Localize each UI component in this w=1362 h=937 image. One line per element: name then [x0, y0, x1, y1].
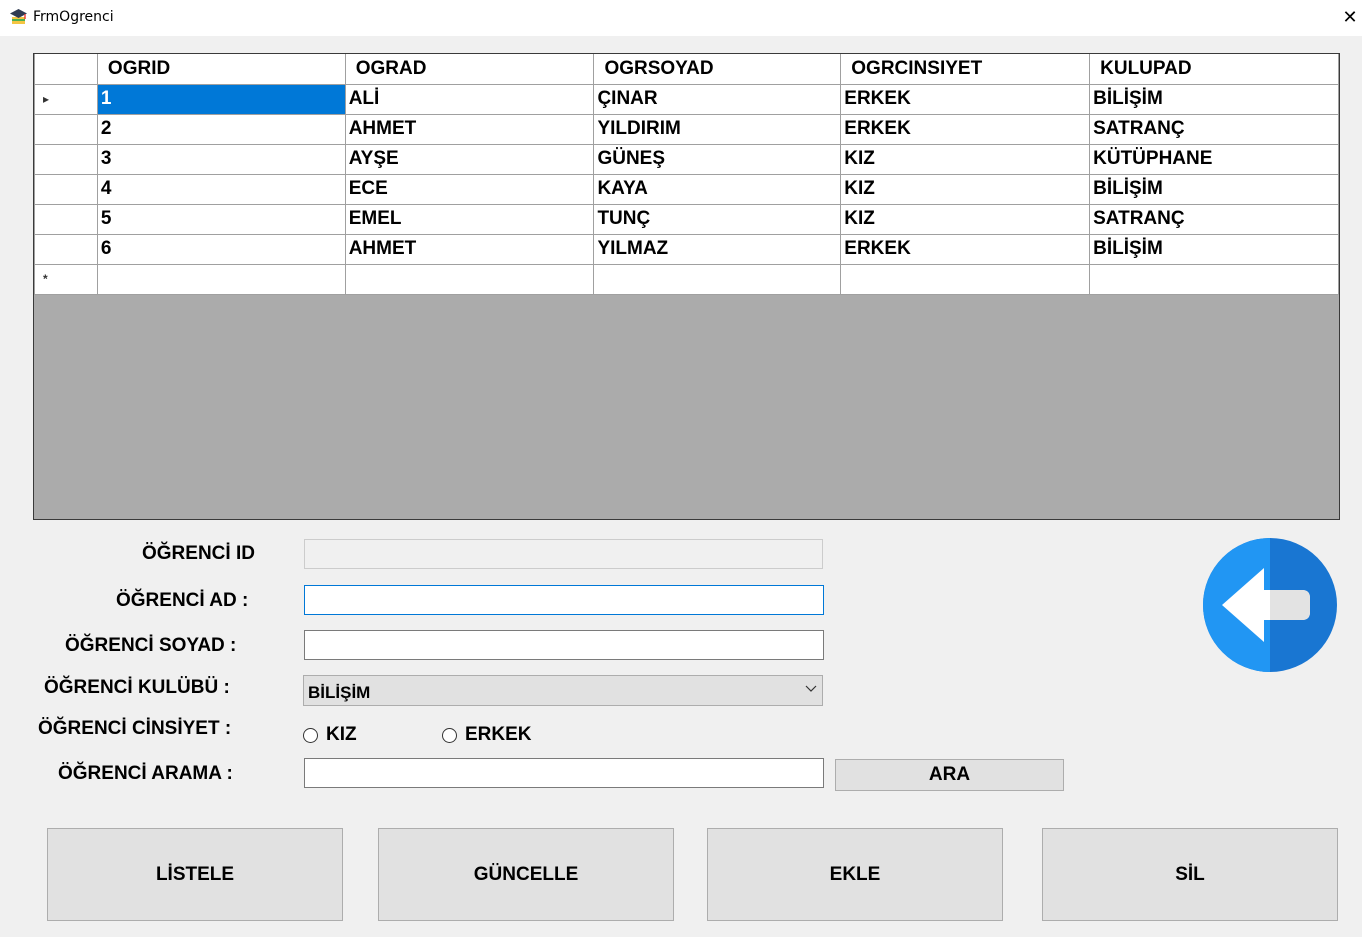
table-cell[interactable]: ERKEK	[840, 83, 1091, 115]
table-cell[interactable]: ÇINAR	[593, 83, 842, 115]
students-data-grid[interactable]: OGRID OGRAD OGRSOYAD OGRCINSIYET KULUPAD…	[33, 53, 1340, 520]
search-button[interactable]: ARA	[835, 759, 1064, 791]
table-cell[interactable]: KAYA	[593, 173, 842, 205]
table-cell[interactable]: YILDIRIM	[593, 113, 842, 145]
column-header-ogrcinsiyet[interactable]: OGRCINSIYET	[840, 54, 1091, 85]
table-cell[interactable]: KIZ	[840, 173, 1091, 205]
table-cell[interactable]: TUNÇ	[593, 203, 842, 235]
header-row: OGRID OGRAD OGRSOYAD OGRCINSIYET KULUPAD	[34, 54, 1339, 85]
student-id-label: ÖĞRENCİ ID	[142, 543, 255, 564]
column-header-ograd[interactable]: OGRAD	[344, 54, 595, 85]
column-header-ogrid[interactable]: OGRID	[96, 54, 346, 85]
radio-circle-icon	[303, 727, 318, 743]
column-header-ogrsoyad[interactable]: OGRSOYAD	[593, 54, 842, 85]
update-button[interactable]: GÜNCELLE	[378, 828, 674, 921]
student-name-input[interactable]	[304, 585, 824, 615]
table-cell[interactable]: 1	[96, 83, 346, 115]
title-bar: FrmOgrenci ✕	[0, 0, 1362, 36]
gender-radio-erkek[interactable]: ERKEK	[442, 724, 532, 746]
student-search-input[interactable]	[304, 758, 824, 788]
table-row[interactable]: ▸ 1 ALİ ÇINAR ERKEK BİLİŞİM	[34, 83, 1339, 115]
table-cell[interactable]: AHMET	[344, 113, 595, 145]
delete-button[interactable]: SİL	[1042, 828, 1338, 921]
row-header[interactable]: ▸	[34, 83, 98, 115]
row-header[interactable]: *	[34, 263, 98, 295]
student-gender-label: ÖĞRENCİ CİNSİYET :	[38, 718, 232, 739]
row-header[interactable]	[34, 173, 98, 205]
table-cell[interactable]	[593, 263, 842, 295]
table-row[interactable]: 5 EMEL TUNÇ KIZ SATRANÇ	[34, 203, 1339, 235]
new-row-indicator-icon: *	[43, 272, 48, 286]
row-header[interactable]	[34, 143, 98, 175]
table-cell[interactable]: KÜTÜPHANE	[1089, 143, 1339, 175]
table-cell[interactable]: SATRANÇ	[1089, 113, 1339, 145]
table-cell[interactable]: ALİ	[344, 83, 595, 115]
table-cell[interactable]	[96, 263, 346, 295]
table-cell[interactable]: 6	[96, 233, 346, 265]
table-cell[interactable]: EMEL	[344, 203, 595, 235]
table-cell[interactable]: GÜNEŞ	[593, 143, 842, 175]
table-cell[interactable]: 3	[96, 143, 346, 175]
row-header[interactable]	[34, 113, 98, 145]
table-row[interactable]: 4 ECE KAYA KIZ BİLİŞİM	[34, 173, 1339, 205]
list-button[interactable]: LİSTELE	[47, 828, 343, 921]
student-surname-input[interactable]	[304, 630, 824, 660]
table-cell[interactable]: AYŞE	[344, 143, 595, 175]
student-club-label: ÖĞRENCİ KULÜBÜ :	[44, 677, 230, 698]
table-cell[interactable]: KIZ	[840, 143, 1091, 175]
table-row[interactable]: 6 AHMET YILMAZ ERKEK BİLİŞİM	[34, 233, 1339, 265]
table-row[interactable]: 2 AHMET YILDIRIM ERKEK SATRANÇ	[34, 113, 1339, 145]
new-row[interactable]: *	[34, 263, 1339, 295]
current-row-indicator-icon: ▸	[43, 92, 50, 106]
table-cell[interactable]	[840, 263, 1091, 295]
table-cell[interactable]: 5	[96, 203, 346, 235]
student-id-field	[304, 539, 823, 569]
student-search-label: ÖĞRENCİ ARAMA :	[58, 763, 233, 784]
table-cell[interactable]: YILMAZ	[593, 233, 842, 265]
corner-header-cell[interactable]	[34, 54, 98, 85]
table-cell[interactable]: ERKEK	[840, 233, 1091, 265]
table-row[interactable]: 3 AYŞE GÜNEŞ KIZ KÜTÜPHANE	[34, 143, 1339, 175]
graduation-cap-icon	[10, 9, 27, 24]
table-cell[interactable]	[1089, 263, 1339, 295]
radio-circle-icon	[442, 727, 457, 743]
window-title: FrmOgrenci	[33, 9, 114, 25]
table-cell[interactable]	[344, 263, 595, 295]
close-button[interactable]: ✕	[1340, 8, 1360, 28]
table-cell[interactable]: AHMET	[344, 233, 595, 265]
gender-radio-kiz[interactable]: KIZ	[303, 724, 357, 746]
table-cell[interactable]: 4	[96, 173, 346, 205]
table-cell[interactable]: BİLİŞİM	[1089, 173, 1339, 205]
table-cell[interactable]: ERKEK	[840, 113, 1091, 145]
student-surname-label: ÖĞRENCİ SOYAD :	[65, 635, 237, 656]
table-cell[interactable]: BİLİŞİM	[1089, 233, 1339, 265]
add-button[interactable]: EKLE	[707, 828, 1003, 921]
chevron-down-icon	[805, 685, 817, 692]
club-selected-value: BİLİŞİM	[308, 683, 371, 702]
table-cell[interactable]: 2	[96, 113, 346, 145]
radio-label: KIZ	[326, 724, 357, 745]
row-header[interactable]	[34, 233, 98, 265]
student-club-select[interactable]: BİLİŞİM	[303, 675, 823, 706]
frm-ogrenci-window: FrmOgrenci ✕ OGRID OGRAD OGRSOYAD OGRCIN…	[0, 0, 1362, 937]
table-cell[interactable]: KIZ	[840, 203, 1091, 235]
column-header-kulupad[interactable]: KULUPAD	[1089, 54, 1339, 85]
table-cell[interactable]: BİLİŞİM	[1089, 83, 1339, 115]
radio-label: ERKEK	[465, 724, 532, 745]
students-table: OGRID OGRAD OGRSOYAD OGRCINSIYET KULUPAD…	[34, 54, 1339, 295]
back-arrow-icon[interactable]	[1200, 538, 1340, 672]
table-cell[interactable]: ECE	[344, 173, 595, 205]
table-cell[interactable]: SATRANÇ	[1089, 203, 1339, 235]
student-name-label: ÖĞRENCİ AD :	[116, 590, 249, 611]
row-header[interactable]	[34, 203, 98, 235]
